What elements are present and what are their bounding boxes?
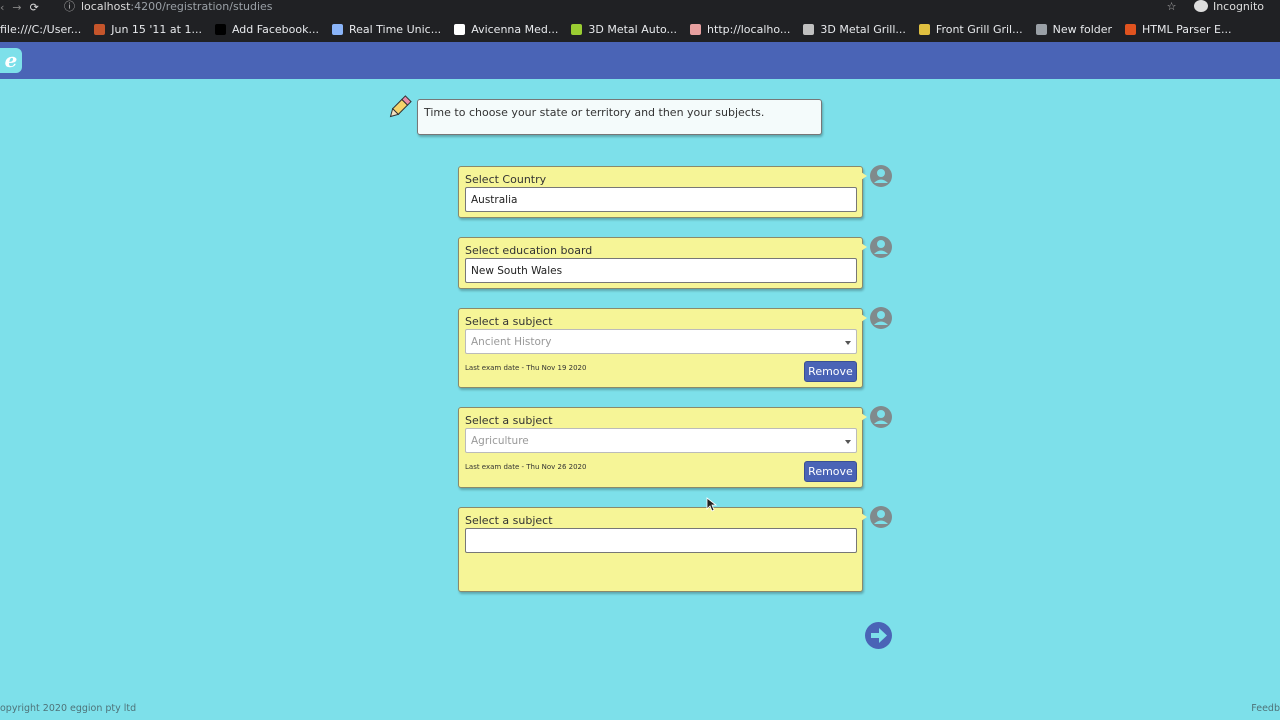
remove-subject-button-1[interactable]: Remove xyxy=(804,361,857,382)
subject-value: Agriculture xyxy=(471,434,529,447)
last-exam-date: Last exam date - Thu Nov 19 2020 xyxy=(465,364,587,372)
bookmark-label: Add Facebook... xyxy=(231,22,319,36)
bookmark-item[interactable]: Real Time Unic... xyxy=(331,22,442,36)
user-avatar-icon xyxy=(870,307,892,329)
user-avatar-icon xyxy=(870,406,892,428)
board-input[interactable]: New South Wales xyxy=(465,258,857,283)
bookmark-label: Avicenna Med... xyxy=(471,22,559,36)
url-path: :4200/registration/studies xyxy=(130,0,273,13)
address-bar[interactable]: ⓘ localhost:4200/registration/studies xyxy=(64,0,273,14)
board-card: Select education board New South Wales xyxy=(458,237,863,289)
bookmark-item[interactable]: Add Facebook... xyxy=(214,22,319,36)
intro-message: Time to choose your state or territory a… xyxy=(417,99,822,135)
card-tail xyxy=(861,413,867,421)
bookmark-label: Real Time Unic... xyxy=(348,22,442,36)
card-tail xyxy=(861,172,867,180)
bookmark-favicon-icon xyxy=(1125,23,1137,35)
bookmark-favicon-icon xyxy=(331,23,343,35)
app-header: e xyxy=(0,42,1280,79)
bookmark-favicon-icon xyxy=(918,23,930,35)
reload-icon[interactable]: ⟳ xyxy=(30,1,39,14)
subject-value: Ancient History xyxy=(471,335,552,348)
bookmark-favicon-icon xyxy=(571,23,583,35)
remove-subject-button-2[interactable]: Remove xyxy=(804,461,857,482)
subject-card-2: Select a subject Agriculture Last exam d… xyxy=(458,407,863,488)
info-icon[interactable]: ⓘ xyxy=(64,0,75,13)
chevron-down-icon xyxy=(845,341,851,345)
bookmark-item[interactable]: HTML Parser E... xyxy=(1125,22,1232,36)
bookmark-favicon-icon xyxy=(94,23,106,35)
next-arrow-button[interactable] xyxy=(864,621,893,650)
bookmark-favicon-icon xyxy=(1035,23,1047,35)
bookmark-favicon-icon xyxy=(454,23,466,35)
subject-label: Select a subject xyxy=(465,315,553,328)
bookmark-item[interactable]: 3D Metal Auto... xyxy=(571,23,677,36)
back-icon[interactable]: ‹ xyxy=(0,1,4,14)
bookmark-item[interactable]: 3D Metal Grill... xyxy=(803,23,906,36)
last-exam-date: Last exam date - Thu Nov 26 2020 xyxy=(465,463,587,471)
app-logo[interactable]: e xyxy=(0,48,22,73)
subject-label: Select a subject xyxy=(465,514,553,527)
bookmark-label: Jun 15 '11 at 1... xyxy=(111,22,202,36)
card-tail xyxy=(861,243,867,251)
copyright-text: opyright 2020 eggion pty ltd xyxy=(0,703,137,714)
card-tail xyxy=(861,314,867,322)
chevron-down-icon xyxy=(845,440,851,444)
bookmark-label: 3D Metal Grill... xyxy=(820,22,906,36)
bookmark-label: 3D Metal Auto... xyxy=(588,22,678,36)
subject-label: Select a subject xyxy=(465,414,553,427)
url-host: localhost xyxy=(81,0,131,13)
incognito-icon xyxy=(1193,0,1208,12)
subject-card-3: Select a subject xyxy=(458,507,863,592)
subject-input-3[interactable] xyxy=(465,528,857,553)
bookmark-star-icon[interactable]: ☆ xyxy=(1167,0,1177,13)
bookmark-label: New folder xyxy=(1052,22,1113,36)
browser-toolbar: ‹ → ⟳ ⓘ localhost:4200/registration/studies… xyxy=(0,0,1280,16)
bookmark-favicon-icon xyxy=(214,23,226,35)
bookmark-label: file:///C:/User... xyxy=(0,22,82,36)
subject-select-1[interactable]: Ancient History xyxy=(465,329,857,354)
feedback-link[interactable]: Feedb xyxy=(1251,703,1280,714)
board-label: Select education board xyxy=(465,244,593,257)
bookmark-item[interactable]: Front Grill Gril... xyxy=(918,22,1023,36)
mouse-cursor-icon xyxy=(706,497,718,512)
user-avatar-icon xyxy=(870,506,892,528)
bookmarks-bar: file:///C:/User... Jun 15 '11 at 1... Add … xyxy=(0,16,1280,42)
user-avatar-icon xyxy=(870,165,892,187)
user-avatar-icon xyxy=(870,236,892,258)
country-label: Select Country xyxy=(465,173,547,186)
bookmark-label: Front Grill Gril... xyxy=(935,22,1023,36)
forward-icon[interactable]: → xyxy=(12,1,21,14)
bookmark-item[interactable]: Jun 15 '11 at 1... xyxy=(94,23,202,36)
bookmark-favicon-icon xyxy=(690,23,702,35)
bookmark-item[interactable]: Avicenna Med... xyxy=(454,23,558,36)
country-card: Select Country Australia xyxy=(458,166,863,218)
bookmark-label: http://localho... xyxy=(707,22,791,36)
card-tail xyxy=(861,513,867,521)
pencil-icon xyxy=(389,95,412,118)
subject-select-2[interactable]: Agriculture xyxy=(465,428,857,453)
bookmark-favicon-icon xyxy=(803,23,815,35)
bookmark-item[interactable]: file:///C:/User... xyxy=(0,23,81,36)
bookmark-label: HTML Parser E... xyxy=(1142,22,1232,36)
bookmark-item[interactable]: New folder xyxy=(1035,22,1113,36)
nav-controls: ‹ → ⟳ xyxy=(0,1,47,14)
country-input[interactable]: Australia xyxy=(465,187,857,212)
subject-card-1: Select a subject Ancient History Last ex… xyxy=(458,308,863,388)
profile-label[interactable]: Incognito xyxy=(1213,0,1264,13)
bookmark-item[interactable]: http://localho... xyxy=(690,23,790,36)
